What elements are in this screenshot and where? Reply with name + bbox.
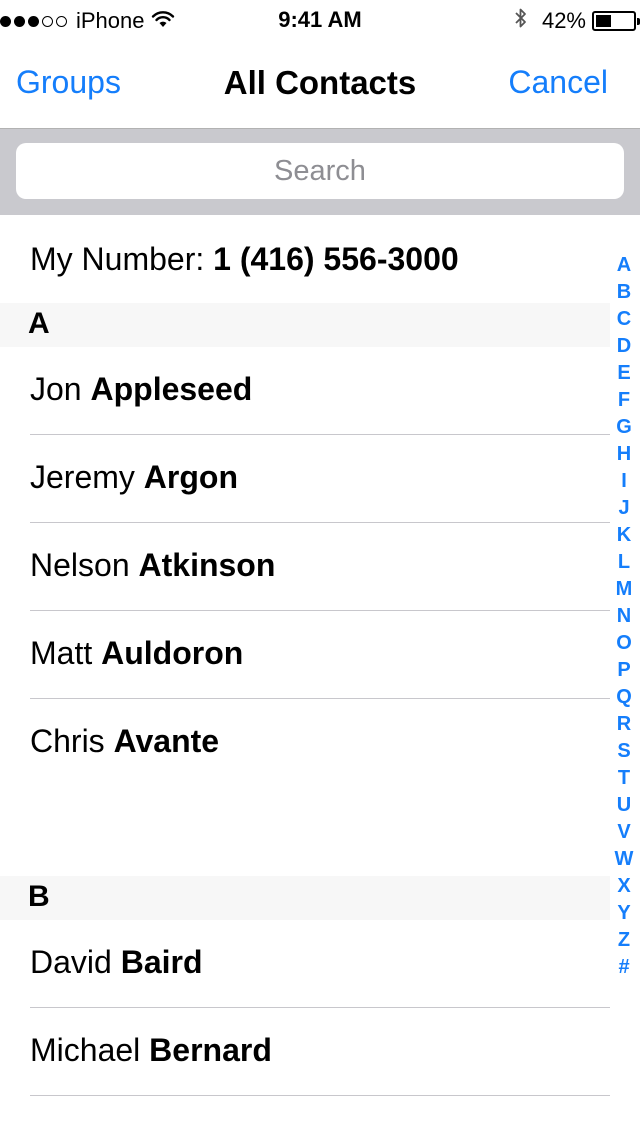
section-letter: B bbox=[28, 880, 50, 913]
my-number: My Number: 1 (416) 556-3000 bbox=[30, 241, 459, 278]
contact-name: Chris Avante bbox=[30, 723, 219, 760]
index-letter[interactable]: W bbox=[610, 846, 638, 873]
index-letter[interactable]: T bbox=[610, 765, 638, 792]
index-letter[interactable]: A bbox=[610, 252, 638, 279]
index-letter[interactable]: S bbox=[610, 738, 638, 765]
status-bar: iPhone 9:41 AM 42% bbox=[0, 0, 640, 40]
contact-name: Michael Bernard bbox=[30, 1032, 272, 1069]
contact-last-name: Baird bbox=[120, 944, 203, 980]
contact-first-name: Jon bbox=[30, 371, 82, 407]
contacts-screen: iPhone 9:41 AM 42% Groups All Contacts C… bbox=[0, 0, 640, 1136]
cancel-button[interactable]: Cancel bbox=[508, 64, 608, 101]
row-separator bbox=[30, 1095, 610, 1096]
index-letter[interactable]: N bbox=[610, 603, 638, 630]
battery-icon bbox=[592, 11, 640, 31]
search-bar bbox=[0, 129, 640, 215]
search-input[interactable] bbox=[16, 143, 624, 199]
index-letter[interactable]: V bbox=[610, 819, 638, 846]
index-letter[interactable]: L bbox=[610, 549, 638, 576]
contact-last-name: Bernard bbox=[149, 1032, 272, 1068]
index-letter[interactable]: D bbox=[610, 333, 638, 360]
index-letter[interactable]: O bbox=[610, 630, 638, 657]
contact-row[interactable]: Matt Auldoron bbox=[0, 611, 610, 699]
index-letter[interactable]: I bbox=[610, 468, 638, 495]
contact-last-name: Avante bbox=[113, 723, 220, 759]
contact-row[interactable]: Jon Appleseed bbox=[0, 347, 610, 435]
battery-fill bbox=[596, 15, 611, 27]
contact-name: Jon Appleseed bbox=[30, 371, 252, 408]
contact-row[interactable]: Chris Avante bbox=[0, 699, 610, 787]
index-letter[interactable]: Q bbox=[610, 684, 638, 711]
contact-row[interactable]: Jeremy Argon bbox=[0, 435, 610, 523]
section-header-a: A bbox=[0, 303, 610, 347]
status-right: 42% bbox=[514, 6, 640, 36]
contact-row[interactable]: Nelson Atkinson bbox=[0, 523, 610, 611]
groups-button[interactable]: Groups bbox=[16, 64, 121, 101]
contact-name: David Baird bbox=[30, 944, 203, 981]
contact-first-name: David bbox=[30, 944, 112, 980]
contact-last-name: Argon bbox=[143, 459, 238, 495]
index-letter[interactable]: M bbox=[610, 576, 638, 603]
battery-percent: 42% bbox=[541, 8, 586, 33]
index-letter[interactable]: U bbox=[610, 792, 638, 819]
contact-first-name: Michael bbox=[30, 1032, 141, 1068]
navigation-bar: Groups All Contacts Cancel bbox=[0, 40, 640, 129]
index-letter[interactable]: P bbox=[610, 657, 638, 684]
index-letter[interactable]: G bbox=[610, 414, 638, 441]
index-letter[interactable]: F bbox=[610, 387, 638, 414]
contact-first-name: Jeremy bbox=[30, 459, 135, 495]
index-letter[interactable]: Y bbox=[610, 900, 638, 927]
index-letter[interactable]: Z bbox=[610, 927, 638, 954]
contact-first-name: Matt bbox=[30, 635, 93, 671]
index-letter[interactable]: X bbox=[610, 873, 638, 900]
index-letter[interactable]: R bbox=[610, 711, 638, 738]
section-letter: A bbox=[28, 307, 50, 340]
contact-row[interactable]: Michael Bernard bbox=[0, 1008, 610, 1096]
section-index[interactable]: A B C D E F G H I J K L M N O P Q R S T U V W X Y Z # bbox=[610, 252, 638, 981]
contact-first-name: Chris bbox=[30, 723, 105, 759]
index-letter[interactable]: H bbox=[610, 441, 638, 468]
index-letter[interactable]: # bbox=[610, 954, 638, 981]
bluetooth-icon bbox=[514, 6, 528, 36]
index-letter[interactable]: K bbox=[610, 522, 638, 549]
contact-name: Matt Auldoron bbox=[30, 635, 243, 672]
index-letter[interactable]: B bbox=[610, 279, 638, 306]
index-letter[interactable]: C bbox=[610, 306, 638, 333]
contact-name: Jeremy Argon bbox=[30, 459, 238, 496]
contact-last-name: Appleseed bbox=[90, 371, 253, 407]
contact-name: Nelson Atkinson bbox=[30, 547, 275, 584]
section-header-b: B bbox=[0, 876, 610, 920]
contact-first-name: Nelson bbox=[30, 547, 130, 583]
index-letter[interactable]: E bbox=[610, 360, 638, 387]
contact-row[interactable]: David Baird bbox=[0, 920, 610, 1008]
contact-last-name: Auldoron bbox=[101, 635, 244, 671]
my-number-label: My Number: bbox=[30, 241, 205, 277]
my-number-value: 1 (416) 556-3000 bbox=[213, 241, 459, 277]
contact-last-name: Atkinson bbox=[138, 547, 276, 583]
index-letter[interactable]: J bbox=[610, 495, 638, 522]
